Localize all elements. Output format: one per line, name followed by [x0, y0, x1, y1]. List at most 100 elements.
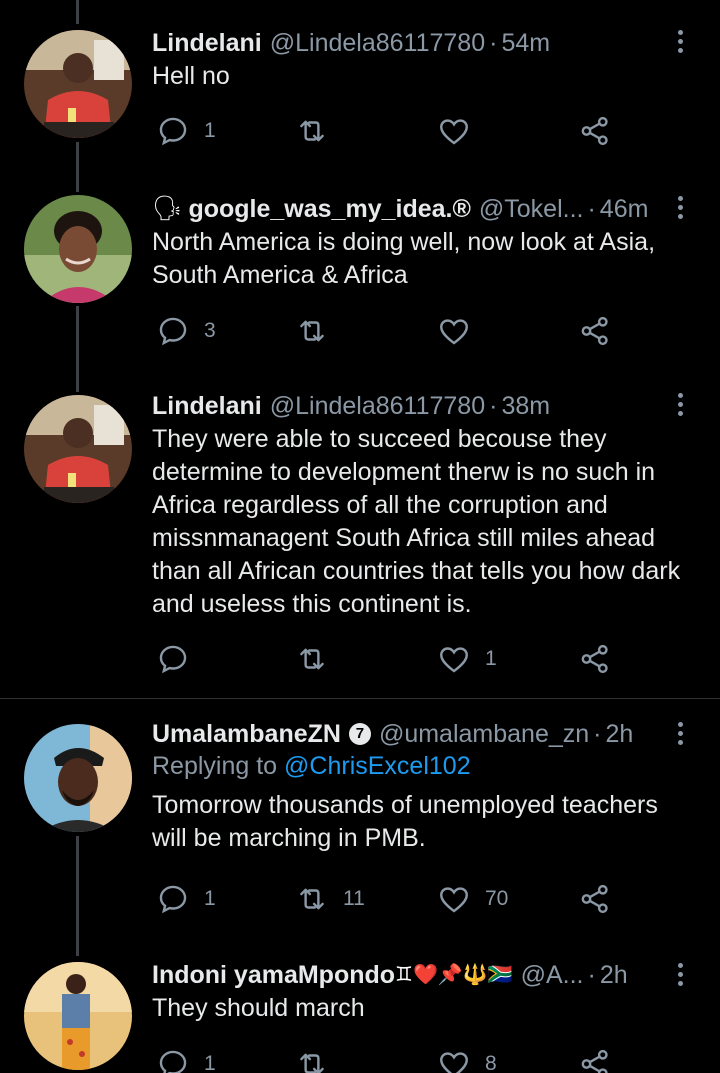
reply-icon — [159, 117, 187, 146]
reply-icon — [159, 317, 187, 346]
retweet-count: 11 — [343, 887, 365, 910]
mention-link[interactable]: @ChrisExcel102 — [284, 752, 471, 780]
share-button[interactable] — [578, 879, 612, 919]
more-icon[interactable] — [668, 191, 692, 223]
reply-button[interactable]: 1 — [156, 111, 216, 151]
share-icon — [581, 316, 608, 346]
reply-button[interactable]: 1 — [156, 1044, 216, 1073]
separator-dot: · — [489, 29, 498, 57]
reply-count: 1 — [204, 119, 216, 142]
tweet-text: Hell no — [152, 62, 230, 90]
like-icon — [440, 1052, 468, 1073]
retweet-icon — [300, 888, 324, 910]
retweet-icon — [300, 120, 324, 142]
user-handle[interactable]: @Lindela86117780 — [270, 390, 485, 422]
retweet-button[interactable]: 11 — [295, 879, 365, 919]
avatar[interactable] — [24, 724, 132, 832]
separator-dot: · — [587, 961, 596, 989]
retweet-button[interactable] — [295, 639, 343, 679]
tweet[interactable]: Lindelani @Lindela86117780 · 54m Hell no… — [0, 0, 720, 190]
reply-button[interactable]: 1 — [156, 879, 216, 919]
like-button[interactable] — [437, 111, 485, 151]
display-name[interactable]: Lindelani — [152, 27, 262, 59]
retweet-button[interactable] — [295, 111, 343, 151]
timestamp[interactable]: 54m — [501, 27, 550, 59]
like-icon — [440, 887, 468, 913]
share-icon — [581, 116, 608, 146]
timestamp[interactable]: 2h — [600, 959, 628, 991]
tweet-text: Tomorrow thousands of unemployed teacher… — [152, 791, 658, 852]
like-button[interactable] — [437, 311, 485, 351]
share-icon — [581, 884, 608, 914]
share-button[interactable] — [578, 1044, 612, 1073]
tweet-text: They should march — [152, 994, 365, 1022]
tweet-actions: 1 — [152, 639, 632, 679]
reply-count: 1 — [204, 887, 216, 910]
share-icon — [581, 644, 608, 674]
retweet-button[interactable] — [295, 1044, 343, 1073]
more-icon[interactable] — [668, 388, 692, 420]
share-icon — [581, 1049, 608, 1073]
like-icon — [440, 647, 468, 673]
tweet-header: UmalambaneZN 7 @umalambane_zn · 2h — [152, 718, 690, 750]
tweet-actions: 1 11 70 — [152, 879, 632, 919]
separator-dot: · — [587, 195, 596, 223]
avatar[interactable] — [24, 195, 132, 303]
reply-button[interactable]: 3 — [156, 311, 216, 351]
reply-icon — [159, 645, 187, 674]
like-count: 70 — [485, 887, 509, 910]
display-name[interactable]: google_was_my_idea.® — [188, 193, 470, 225]
retweet-icon — [300, 1053, 324, 1073]
reply-icon — [159, 1050, 187, 1073]
reply-button[interactable] — [156, 639, 204, 679]
like-icon — [440, 119, 468, 145]
timestamp[interactable]: 38m — [501, 390, 550, 422]
tweet[interactable]: Indoni yamaMpondo ♊❤️📌🔱🇿🇦 @A... · 2h The… — [0, 954, 720, 1073]
share-button[interactable] — [578, 311, 612, 351]
avatar[interactable] — [24, 962, 132, 1070]
tweet-header: Lindelani @Lindela86117780 · 54m — [152, 27, 690, 59]
timeline: Lindelani @Lindela86117780 · 54m Hell no… — [0, 0, 720, 1073]
display-name[interactable]: UmalambaneZN — [152, 718, 341, 750]
tweet-header: 🗣 google_was_my_idea.® @Tokel... · 46m — [152, 193, 690, 225]
display-name[interactable]: Lindelani — [152, 390, 262, 422]
more-icon[interactable] — [668, 958, 692, 990]
tweet-actions: 1 8 — [152, 1044, 632, 1073]
tweet-actions: 3 — [152, 311, 632, 351]
tweet[interactable]: UmalambaneZN 7 @umalambane_zn · 2h Reply… — [0, 699, 720, 954]
replying-prefix: Replying to — [152, 752, 278, 780]
tweet-text: They were able to succeed becouse they d… — [152, 425, 681, 618]
timestamp[interactable]: 2h — [606, 718, 634, 750]
share-button[interactable] — [578, 111, 612, 151]
retweet-button[interactable] — [295, 311, 343, 351]
user-handle[interactable]: @Lindela86117780 — [270, 27, 485, 59]
speaking-head-emoji: 🗣 — [152, 195, 183, 222]
replying-to: Replying to @ChrisExcel102 — [152, 750, 690, 783]
user-handle[interactable]: @Tokel... — [479, 193, 584, 225]
name-emojis: ♊❤️📌🔱🇿🇦 — [395, 964, 513, 986]
verified-badge: 7 — [348, 723, 371, 745]
tweet-text: North America is doing well, now look at… — [152, 228, 656, 289]
display-name[interactable]: Indoni yamaMpondo — [152, 959, 395, 991]
separator-dot: · — [593, 720, 602, 748]
timestamp[interactable]: 46m — [600, 193, 649, 225]
like-count: 8 — [485, 1052, 497, 1073]
like-icon — [440, 319, 468, 345]
tweet-header: Indoni yamaMpondo ♊❤️📌🔱🇿🇦 @A... · 2h — [152, 959, 690, 991]
share-button[interactable] — [578, 639, 612, 679]
user-handle[interactable]: @umalambane_zn — [379, 718, 589, 750]
avatar[interactable] — [24, 30, 132, 138]
tweet[interactable]: 🗣 google_was_my_idea.® @Tokel... · 46m N… — [0, 190, 720, 390]
like-button[interactable]: 8 — [437, 1044, 497, 1073]
like-count: 1 — [485, 647, 497, 670]
like-button[interactable]: 1 — [437, 639, 497, 679]
tweet[interactable]: Lindelani @Lindela86117780 · 38m They we… — [0, 390, 720, 698]
avatar[interactable] — [24, 395, 132, 503]
more-icon[interactable] — [668, 25, 692, 57]
retweet-icon — [300, 648, 324, 670]
user-handle[interactable]: @A... — [521, 959, 584, 991]
retweet-icon — [300, 320, 324, 342]
more-icon[interactable] — [668, 717, 692, 749]
like-button[interactable]: 70 — [437, 879, 508, 919]
separator-dot: · — [489, 392, 498, 420]
